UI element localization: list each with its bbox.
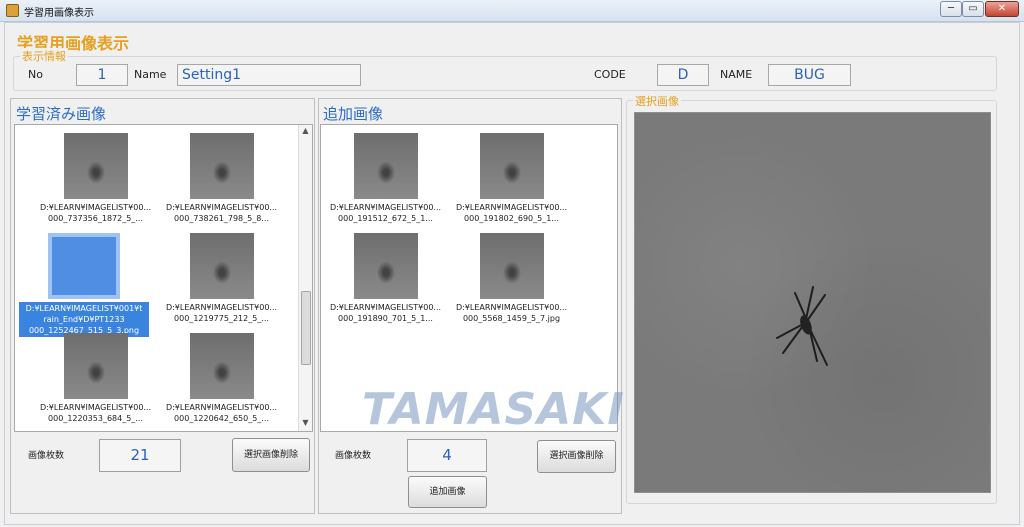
list-item[interactable]: D:¥LEARN¥IMAGELIST¥00... 000_191890_701_…: [323, 233, 448, 324]
name-field[interactable]: Setting1: [177, 64, 361, 86]
learned-delete-button[interactable]: 選択画像削除: [232, 438, 310, 472]
list-item[interactable]: D:¥LEARN¥IMAGELIST¥00... 000_1220353_684…: [33, 333, 158, 424]
list-item[interactable]: D:¥LEARN¥IMAGELIST¥00... 000_191512_672_…: [323, 133, 448, 224]
image-thumbnail: [353, 133, 418, 199]
learned-scrollbar[interactable]: ▲ ▼: [298, 125, 312, 431]
image-caption: D:¥LEARN¥IMAGELIST¥00... 000_738261_798_…: [165, 203, 278, 223]
image-caption: D:¥LEARN¥IMAGELIST¥001¥t rain_End¥D¥PT12…: [19, 302, 149, 337]
list-item[interactable]: D:¥LEARN¥IMAGELIST¥00... 000_737356_1872…: [33, 133, 158, 224]
title-bar[interactable]: 学習用画像表示 ─ ▭ ✕: [0, 0, 1024, 22]
code-field[interactable]: D: [657, 64, 709, 86]
no-label: No: [28, 68, 43, 81]
watermark-logo: TAMASAKI: [362, 384, 625, 435]
name2-field[interactable]: BUG: [768, 64, 851, 86]
list-item[interactable]: D:¥LEARN¥IMAGELIST¥00... 000_1219775_212…: [159, 233, 284, 324]
close-button[interactable]: ✕: [985, 1, 1019, 17]
image-caption: D:¥LEARN¥IMAGELIST¥00... 000_1219775_212…: [165, 303, 278, 323]
image-thumbnail: [48, 233, 120, 299]
info-legend: 表示情報: [20, 48, 68, 64]
image-caption: D:¥LEARN¥IMAGELIST¥00... 000_191512_672_…: [329, 203, 442, 223]
list-item-selected[interactable]: D:¥LEARN¥IMAGELIST¥001¥t rain_End¥D¥PT12…: [19, 233, 149, 337]
list-item[interactable]: D:¥LEARN¥IMAGELIST¥00... 000_738261_798_…: [159, 133, 284, 224]
name2-label: NAME: [720, 68, 753, 81]
app-icon: [6, 4, 19, 17]
insect-icon: [776, 286, 828, 366]
code-label: CODE: [594, 68, 626, 81]
add-image-button[interactable]: 追加画像: [408, 476, 487, 508]
image-thumbnail: [479, 233, 544, 299]
image-thumbnail: [189, 233, 254, 299]
image-thumbnail: [189, 333, 254, 399]
image-thumbnail: [353, 233, 418, 299]
scrollbar-thumb[interactable]: [301, 291, 311, 365]
no-field[interactable]: 1: [76, 64, 128, 86]
image-thumbnail: [63, 333, 128, 399]
added-count-field: 4: [407, 439, 487, 472]
list-item[interactable]: D:¥LEARN¥IMAGELIST¥00... 000_1220642_650…: [159, 333, 284, 424]
preview-legend: 選択画像: [633, 93, 681, 109]
image-thumbnail: [63, 133, 128, 199]
window-title: 学習用画像表示: [24, 8, 94, 19]
added-title: 追加画像: [323, 105, 384, 123]
learned-title: 学習済み画像: [16, 105, 107, 123]
added-count-label: 画像枚数: [335, 451, 372, 461]
image-caption: D:¥LEARN¥IMAGELIST¥00... 000_5568_1459_5…: [455, 303, 568, 323]
image-caption: D:¥LEARN¥IMAGELIST¥00... 000_1220353_684…: [39, 403, 152, 423]
learned-image-list[interactable]: D:¥LEARN¥IMAGELIST¥00... 000_737356_1872…: [14, 124, 313, 432]
maximize-button[interactable]: ▭: [962, 1, 984, 17]
image-caption: D:¥LEARN¥IMAGELIST¥00... 000_737356_1872…: [39, 203, 152, 223]
image-caption: D:¥LEARN¥IMAGELIST¥00... 000_191802_690_…: [455, 203, 568, 223]
scroll-down-icon[interactable]: ▼: [299, 417, 312, 429]
learned-count-field: 21: [99, 439, 181, 472]
image-caption: D:¥LEARN¥IMAGELIST¥00... 000_191890_701_…: [329, 303, 442, 323]
name-label: Name: [134, 68, 167, 81]
learned-count-label: 画像枚数: [28, 451, 65, 461]
selected-image-preview: [634, 112, 991, 493]
image-thumbnail: [479, 133, 544, 199]
added-delete-button[interactable]: 選択画像削除: [537, 440, 616, 473]
minimize-button[interactable]: ─: [940, 1, 962, 17]
image-caption: D:¥LEARN¥IMAGELIST¥00... 000_1220642_650…: [165, 403, 278, 423]
list-item[interactable]: D:¥LEARN¥IMAGELIST¥00... 000_5568_1459_5…: [449, 233, 574, 324]
image-thumbnail: [189, 133, 254, 199]
list-item[interactable]: D:¥LEARN¥IMAGELIST¥00... 000_191802_690_…: [449, 133, 574, 224]
scroll-up-icon[interactable]: ▲: [299, 125, 312, 137]
